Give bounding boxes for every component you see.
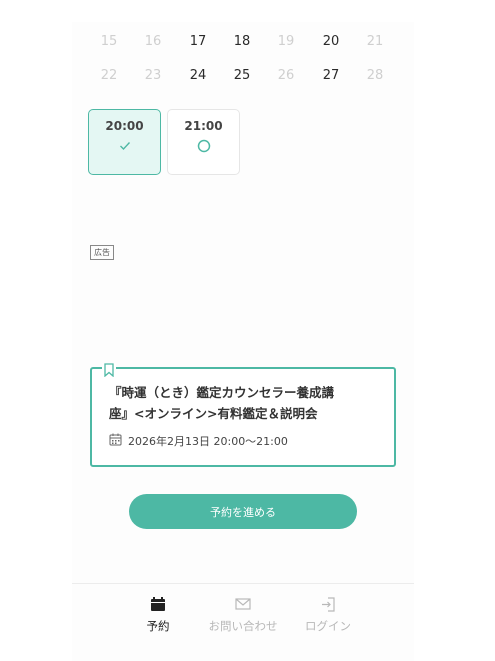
bookmark-icon [102, 363, 116, 379]
bottom-navigation: 予約 お問い合わせ ログイン [72, 583, 414, 661]
calendar-day[interactable]: 24 [183, 66, 213, 86]
time-slot-available[interactable]: 21:00 [167, 109, 240, 175]
calendar-day[interactable]: 17 [183, 32, 213, 52]
calendar-day: 22 [100, 68, 118, 83]
nav-item-booking[interactable]: 予約 [134, 596, 182, 634]
calendar-day: 23 [144, 68, 162, 83]
calendar-day: 21 [366, 34, 384, 49]
calendar-day[interactable]: 20 [316, 32, 346, 52]
login-icon [298, 596, 358, 612]
ad-label: 広告 [90, 245, 114, 260]
calendar-week-row: 22 23 24 25 26 27 28 [72, 66, 414, 86]
calendar-day: 26 [277, 68, 295, 83]
nav-label: お問い合わせ [208, 619, 278, 633]
time-slot-label: 21:00 [184, 119, 223, 133]
event-datetime: 2026年2月13日 20:00〜21:00 [109, 433, 288, 449]
nav-label: ログイン [305, 619, 351, 633]
calendar-icon [109, 433, 122, 449]
calendar-day: 19 [277, 34, 295, 49]
event-card: 『時運（とき）鑑定カウンセラー養成講 座』<オンライン>有料鑑定＆説明会 202… [90, 363, 396, 467]
check-icon [89, 139, 160, 153]
event-datetime-text: 2026年2月13日 20:00〜21:00 [128, 435, 288, 448]
nav-item-contact[interactable]: お問い合わせ [200, 596, 286, 634]
booking-screen: 15 16 17 18 19 20 21 22 23 24 25 26 27 2… [72, 22, 414, 661]
event-title-line: 『時運（とき）鑑定カウンセラー養成講 [109, 385, 335, 400]
mail-icon [200, 596, 286, 612]
calendar-day: 15 [100, 34, 118, 49]
calendar-icon [134, 596, 182, 612]
nav-label: 予約 [146, 619, 170, 633]
calendar-day[interactable]: 18 [227, 32, 257, 52]
time-slot-label: 20:00 [105, 119, 144, 133]
time-slot-selected[interactable]: 20:00 [88, 109, 161, 175]
calendar-day[interactable]: 25 [227, 66, 257, 86]
event-title-line: 座』<オンライン>有料鑑定＆説明会 [109, 406, 318, 421]
calendar-day: 28 [366, 68, 384, 83]
calendar-day: 16 [144, 34, 162, 49]
calendar-week-row: 15 16 17 18 19 20 21 [72, 32, 414, 52]
circle-icon [168, 139, 239, 153]
proceed-booking-button[interactable]: 予約を進める [129, 494, 357, 529]
calendar-day[interactable]: 27 [316, 66, 346, 86]
nav-item-login[interactable]: ログイン [298, 596, 358, 634]
event-title: 『時運（とき）鑑定カウンセラー養成講 座』<オンライン>有料鑑定＆説明会 [109, 382, 379, 424]
